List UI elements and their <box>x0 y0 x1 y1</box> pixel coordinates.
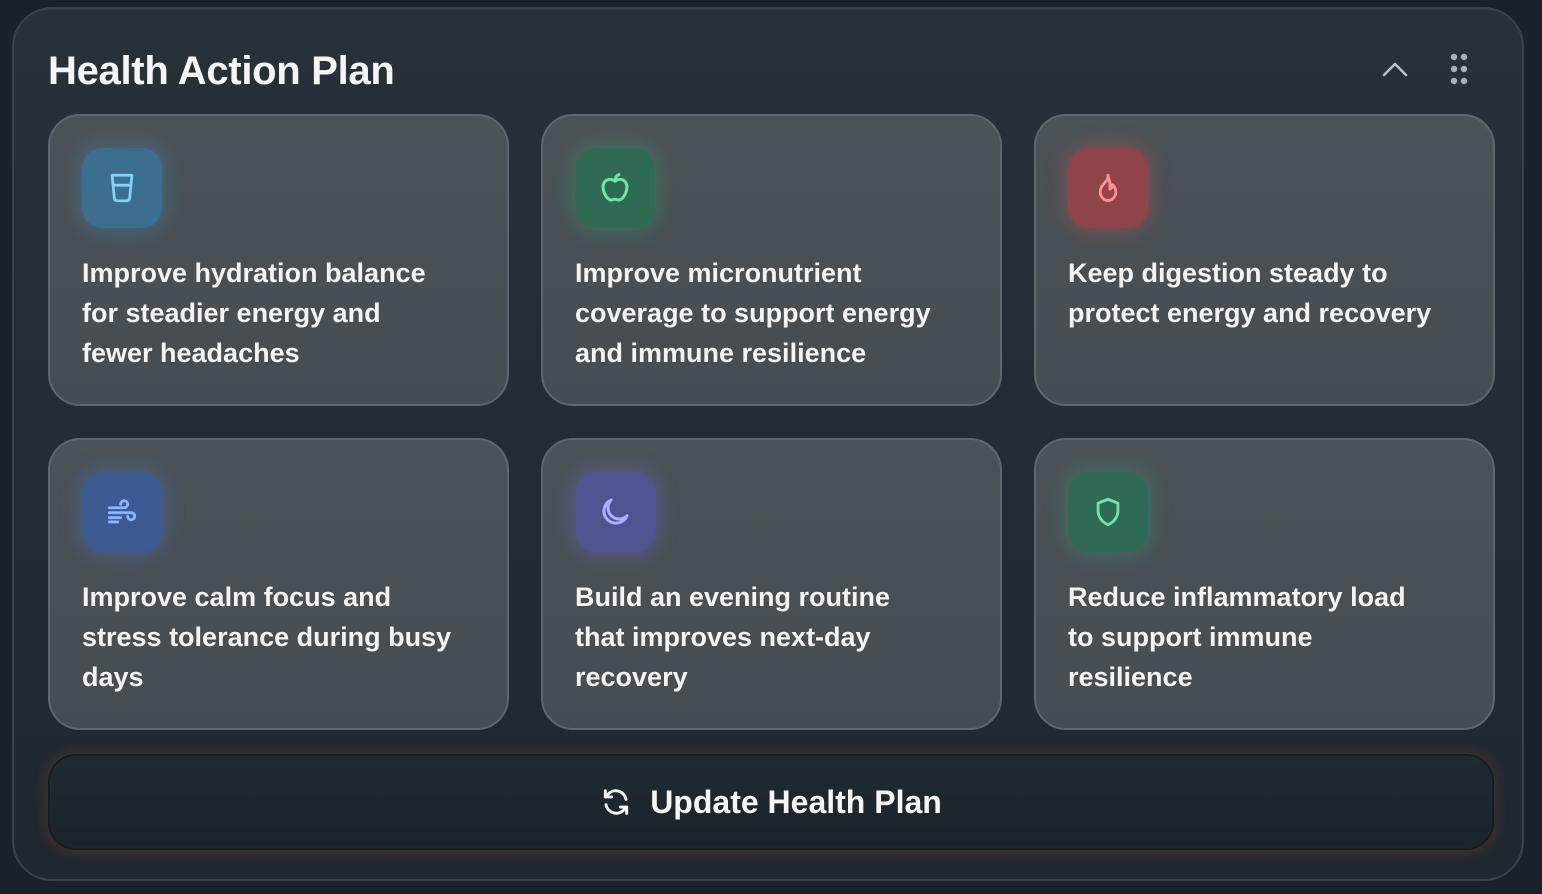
action-card-evening-routine[interactable]: Build an evening routine that improves n… <box>541 438 1002 730</box>
apple-icon <box>601 173 629 202</box>
icon-tile <box>575 472 655 552</box>
icon-tile <box>1068 472 1148 552</box>
action-card-digestion[interactable]: Keep digestion steady to protect energy … <box>1034 114 1495 406</box>
drag-handle-icon <box>1450 53 1468 85</box>
action-card-calm-focus[interactable]: Improve calm focus and stress tolerance … <box>48 438 509 730</box>
moon-icon <box>602 498 629 525</box>
glass-icon <box>110 173 134 203</box>
icon-tile <box>1068 148 1148 228</box>
shield-icon <box>1096 497 1120 527</box>
action-cards-grid: Improve hydration balance for steadier e… <box>48 114 1495 730</box>
update-health-plan-button[interactable]: Update Health Plan <box>48 754 1494 850</box>
action-card-inflammatory-load[interactable]: Reduce inflammatory load to support immu… <box>1034 438 1495 730</box>
header-controls <box>1378 51 1476 87</box>
action-card-hydration[interactable]: Improve hydration balance for steadier e… <box>48 114 509 406</box>
update-button-label: Update Health Plan <box>650 783 942 820</box>
chevron-up-icon <box>1382 62 1408 77</box>
action-card-text: Improve hydration balance for steadier e… <box>82 258 426 368</box>
panel-title: Health Action Plan <box>48 49 395 93</box>
action-card-text: Build an evening routine that improves n… <box>575 582 891 692</box>
action-card-text: Improve calm focus and stress tolerance … <box>82 582 452 692</box>
collapse-button[interactable] <box>1378 51 1412 87</box>
flame-icon <box>1098 173 1118 202</box>
drag-handle[interactable] <box>1442 51 1476 87</box>
health-action-plan-panel: Health Action Plan Improve hydration bal… <box>12 7 1524 881</box>
icon-tile <box>575 148 655 228</box>
icon-tile <box>82 148 162 228</box>
action-card-text: Keep digestion steady to protect energy … <box>1068 258 1432 328</box>
action-card-micronutrient[interactable]: Improve micronutrient coverage to suppor… <box>541 114 1002 406</box>
refresh-icon <box>604 789 629 815</box>
icon-tile <box>82 472 162 552</box>
action-card-text: Improve micronutrient coverage to suppor… <box>575 258 931 368</box>
wind-icon <box>107 499 137 524</box>
action-card-text: Reduce inflammatory load to support immu… <box>1068 582 1406 692</box>
